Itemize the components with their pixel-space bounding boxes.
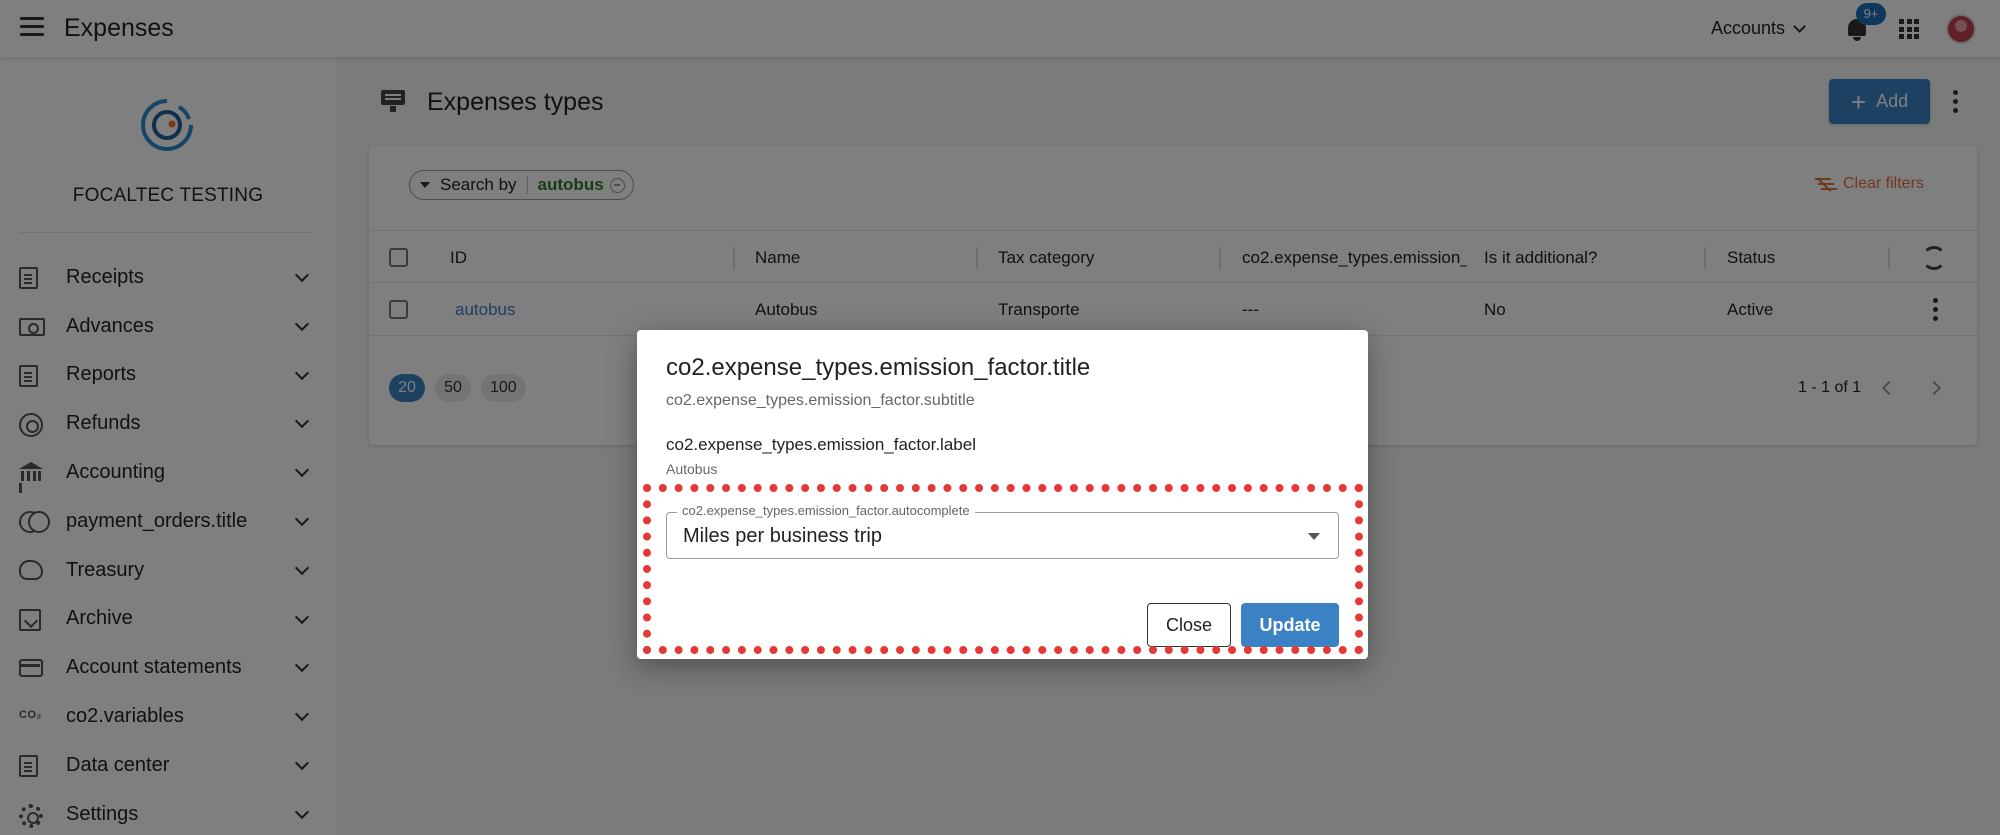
dropdown-arrow-icon[interactable] <box>1308 533 1320 540</box>
dialog-label-value: Autobus <box>666 461 718 477</box>
update-button[interactable]: Update <box>1241 603 1339 647</box>
dialog-label: co2.expense_types.emission_factor.label <box>666 435 976 454</box>
close-button[interactable]: Close <box>1147 603 1231 647</box>
emission-factor-dialog: co2.expense_types.emission_factor.title … <box>637 330 1368 659</box>
dialog-title: co2.expense_types.emission_factor.title <box>666 354 1091 381</box>
field-label: co2.expense_types.emission_factor.autoco… <box>677 503 975 518</box>
dialog-subtitle: co2.expense_types.emission_factor.subtit… <box>666 392 975 409</box>
field-value: Miles per business trip <box>683 525 882 547</box>
emission-factor-autocomplete[interactable]: co2.expense_types.emission_factor.autoco… <box>666 503 1339 559</box>
